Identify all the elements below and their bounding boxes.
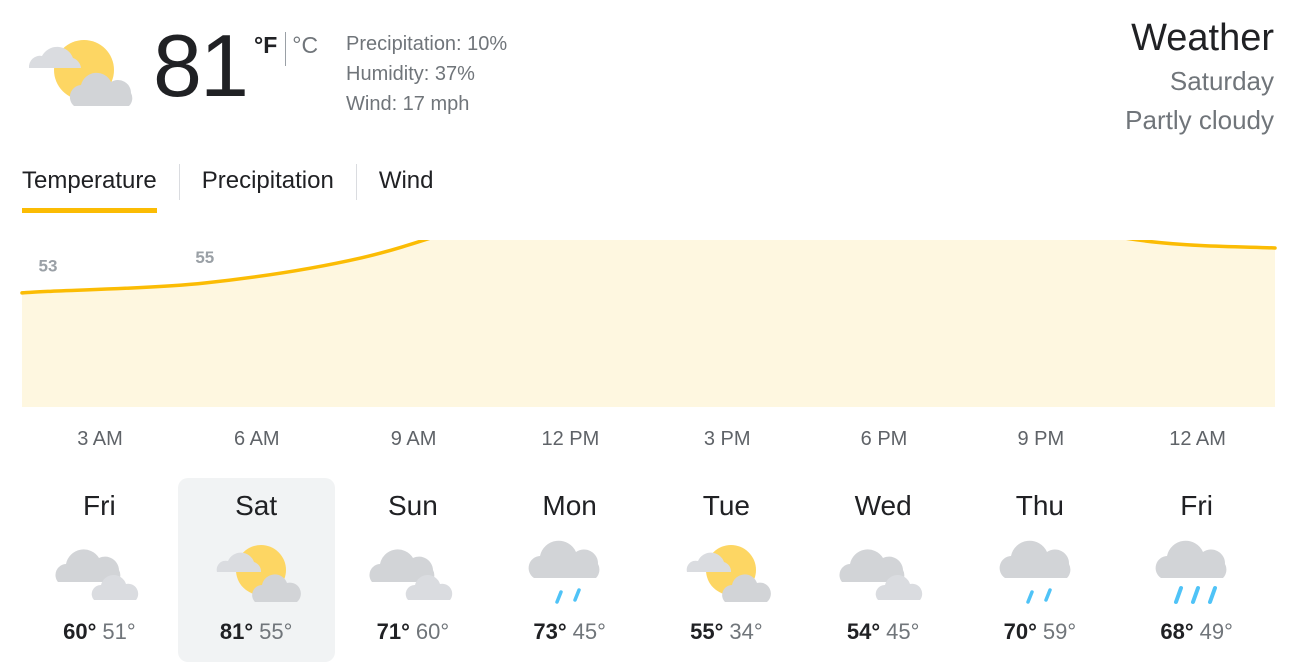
precipitation-text: Precipitation: 10%: [346, 33, 508, 55]
tab-divider: [178, 164, 180, 200]
rain-icon: [1155, 540, 1227, 604]
fahrenheit-button[interactable]: °F: [254, 32, 277, 59]
high-temperature: 81°: [219, 619, 254, 644]
unit-separator: [285, 32, 287, 66]
daily-forecast: Fri 60° 51° Sat 81° 55° Sun 71° 60° Mon 73° 45° Tue 5…: [21, 478, 1275, 662]
time-tick-label: 9 AM: [390, 428, 437, 450]
time-tick-label: 6 PM: [860, 428, 908, 450]
high-temperature: 71°: [376, 619, 410, 644]
low-temperature: 49°: [1199, 619, 1233, 644]
day-temperatures: 70° 59°: [962, 619, 1119, 645]
celsius-button[interactable]: °C: [292, 32, 318, 59]
high-temperature: 60°: [63, 619, 97, 644]
condition-label: Partly cloudy: [1125, 105, 1274, 135]
time-tick-label: 9 PM: [1017, 428, 1065, 450]
day-name: Sun: [387, 490, 438, 521]
day-temperatures: 60° 51°: [21, 619, 178, 645]
day-name: Fri: [1180, 490, 1213, 521]
low-temperature: 34°: [729, 619, 763, 644]
day-temperatures: 71° 60°: [335, 619, 492, 645]
light-rain-icon: [528, 540, 600, 604]
high-temperature: 73°: [533, 619, 567, 644]
high-temperature: 54°: [846, 619, 881, 644]
humidity-text: Humidity: 37%: [346, 63, 475, 85]
tab-divider: [355, 164, 357, 200]
forecast-day-fri[interactable]: Fri 68° 49°: [1118, 478, 1275, 662]
location-summary: Weather Saturday Partly cloudy: [1125, 14, 1274, 140]
time-tick-label: 12 AM: [1169, 428, 1226, 450]
high-temperature: 70°: [1003, 619, 1037, 644]
day-name: Tue: [702, 490, 750, 521]
forecast-day-wed[interactable]: Wed 54° 45°: [805, 478, 962, 662]
cloudy-icon: [368, 549, 452, 600]
time-tick-label: 3 AM: [77, 428, 123, 450]
time-tick-label: 6 AM: [234, 428, 280, 450]
partly-cloudy-icon: [216, 545, 301, 602]
tab-precipitation[interactable]: Precipitation: [202, 160, 334, 202]
low-temperature: 45°: [886, 619, 920, 644]
day-name: Fri: [83, 490, 116, 521]
low-temperature: 51°: [102, 619, 136, 644]
forecast-day-fri[interactable]: Fri 60° 51°: [21, 478, 178, 662]
weather-title: Weather: [1131, 17, 1274, 59]
time-tick-label: 12 PM: [541, 428, 600, 450]
time-axis: 3 AM 6 AM 9 AM 12 PM 3 PM 6 PM 9 PM 12 AM: [0, 428, 1292, 460]
forecast-day-mon[interactable]: Mon 73° 45°: [491, 478, 648, 662]
temperature-chart: 5355617279817265: [20, 240, 1277, 407]
day-temperatures: 68° 49°: [1118, 619, 1275, 645]
low-temperature: 59°: [1042, 619, 1077, 644]
chart-tabs: Temperature Precipitation Wind: [22, 160, 434, 216]
day-temperatures: 55° 34°: [648, 619, 805, 645]
day-temperatures: 81° 55°: [178, 619, 335, 645]
high-temperature: 68°: [1160, 619, 1194, 644]
temperature-data-label: 61: [352, 240, 371, 242]
day-name: Thu: [1015, 490, 1064, 521]
forecast-day-thu[interactable]: Thu 70° 59°: [962, 478, 1119, 662]
day-name: Mon: [542, 490, 597, 521]
high-temperature: 55°: [690, 619, 724, 644]
low-temperature: 60°: [415, 619, 450, 644]
cloudy-icon: [55, 549, 139, 600]
low-temperature: 45°: [572, 619, 606, 644]
temperature-data-label: 55: [195, 248, 214, 267]
day-label: Saturday: [1169, 66, 1274, 96]
current-temperature: 81: [153, 16, 249, 115]
day-name: Wed: [854, 490, 912, 521]
light-rain-icon: [999, 540, 1070, 604]
current-details: Precipitation: 10% Humidity: 37% Wind: 1…: [346, 29, 507, 119]
unit-toggle: °F °C: [254, 32, 318, 66]
day-temperatures: 54° 45°: [805, 619, 962, 645]
time-tick-label: 3 PM: [703, 428, 751, 450]
forecast-day-sun[interactable]: Sun 71° 60°: [335, 478, 492, 662]
tab-temperature[interactable]: Temperature: [22, 160, 157, 213]
tab-wind[interactable]: Wind: [379, 160, 434, 202]
partly-cloudy-icon: [28, 40, 133, 106]
low-temperature: 55°: [259, 619, 293, 644]
partly-cloudy-icon: [686, 545, 771, 602]
forecast-day-tue[interactable]: Tue 55° 34°: [648, 478, 805, 662]
day-temperatures: 73° 45°: [491, 619, 648, 645]
cloudy-icon: [839, 549, 922, 600]
temperature-data-label: 53: [39, 256, 58, 275]
forecast-day-sat[interactable]: Sat 81° 55°: [177, 478, 335, 662]
wind-text: Wind: 17 mph: [346, 93, 470, 115]
day-name: Sat: [235, 490, 278, 521]
